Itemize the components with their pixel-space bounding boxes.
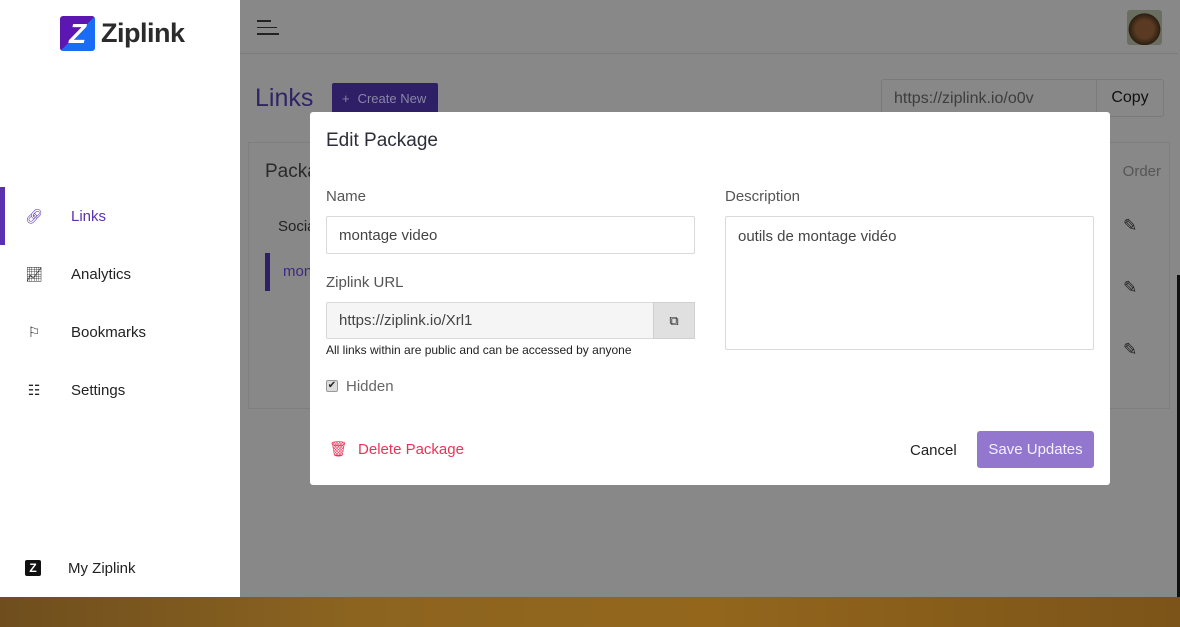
create-new-label: Create New <box>357 90 427 106</box>
desktop-background <box>0 597 1180 627</box>
user-avatar[interactable] <box>1127 10 1162 45</box>
copy-button[interactable]: Copy <box>1096 80 1163 116</box>
ziplink-url-label: Ziplink URL <box>326 274 404 291</box>
package-row[interactable]: mon <box>283 263 312 280</box>
ziplink-url-input[interactable]: https://ziplink.io/Xrl1 <box>326 302 654 339</box>
ziplink-logo[interactable]: Z Ziplink <box>60 16 185 51</box>
sidebar-item-label: My Ziplink <box>68 559 136 577</box>
sidebar-item-label: Links <box>71 207 107 225</box>
edit-pencil-icon[interactable]: ✎ <box>1123 278 1137 298</box>
bookmark-icon: ⚐ <box>27 323 41 340</box>
modal-title: Edit Package <box>326 130 438 151</box>
url-help-text: All links within are public and can be a… <box>326 343 632 357</box>
edit-package-modal: Edit Package Name montage video Ziplink … <box>310 112 1110 485</box>
sidebar-item-analytics[interactable]: 📈︎ Analytics <box>0 245 240 303</box>
create-new-button[interactable]: + Create New <box>332 83 438 113</box>
copy-icon[interactable]: ⧉ <box>653 302 695 339</box>
page-title: Links <box>255 84 314 112</box>
sidebar-item-links[interactable]: 🔗︎ Links <box>0 187 240 245</box>
logo-text: Ziplink <box>101 18 185 48</box>
name-input[interactable]: montage video <box>326 216 695 254</box>
sidebar-item-label: Bookmarks <box>71 323 147 341</box>
hidden-label: Hidden <box>346 378 394 395</box>
logo-mark-icon: Z <box>60 16 95 51</box>
active-package-indicator <box>265 253 270 291</box>
top-bar <box>240 0 1178 54</box>
link-icon: 🔗︎ <box>25 207 43 224</box>
hamburger-icon[interactable] <box>257 20 279 36</box>
delete-package-label: Delete Package <box>358 440 464 458</box>
name-label: Name <box>326 188 367 205</box>
chart-icon: 📈︎ <box>25 265 43 282</box>
edit-pencil-icon[interactable]: ✎ <box>1123 216 1137 236</box>
edit-pencil-icon[interactable]: ✎ <box>1123 340 1137 360</box>
hidden-checkbox[interactable]: ✔ <box>326 380 338 392</box>
plus-icon: + <box>342 90 350 106</box>
sidebar-item-my-ziplink[interactable]: Z My Ziplink <box>0 539 240 597</box>
description-textarea[interactable]: outils de montage vidéo <box>725 216 1094 350</box>
sidebar: Z Ziplink 🔗︎ Links 📈︎ Analytics ⚐ Bookma… <box>0 0 240 597</box>
sidebar-item-label: Analytics <box>71 265 132 283</box>
trash-icon: 🗑︎ <box>329 441 349 458</box>
sidebar-item-bookmarks[interactable]: ⚐ Bookmarks <box>0 303 240 361</box>
order-button[interactable]: Order <box>1123 163 1161 180</box>
save-updates-button[interactable]: Save Updates <box>977 431 1094 468</box>
sliders-icon: ☷ <box>27 381 41 398</box>
delete-package-button[interactable]: 🗑︎ Delete Package <box>329 440 464 459</box>
ziplink-icon: Z <box>25 560 41 576</box>
description-label: Description <box>725 188 801 205</box>
sidebar-item-label: Settings <box>71 381 126 399</box>
cancel-button[interactable]: Cancel <box>910 442 957 459</box>
share-url-field[interactable]: https://ziplink.io/o0v <box>882 80 1096 116</box>
sidebar-item-settings[interactable]: ☷ Settings <box>0 361 240 419</box>
